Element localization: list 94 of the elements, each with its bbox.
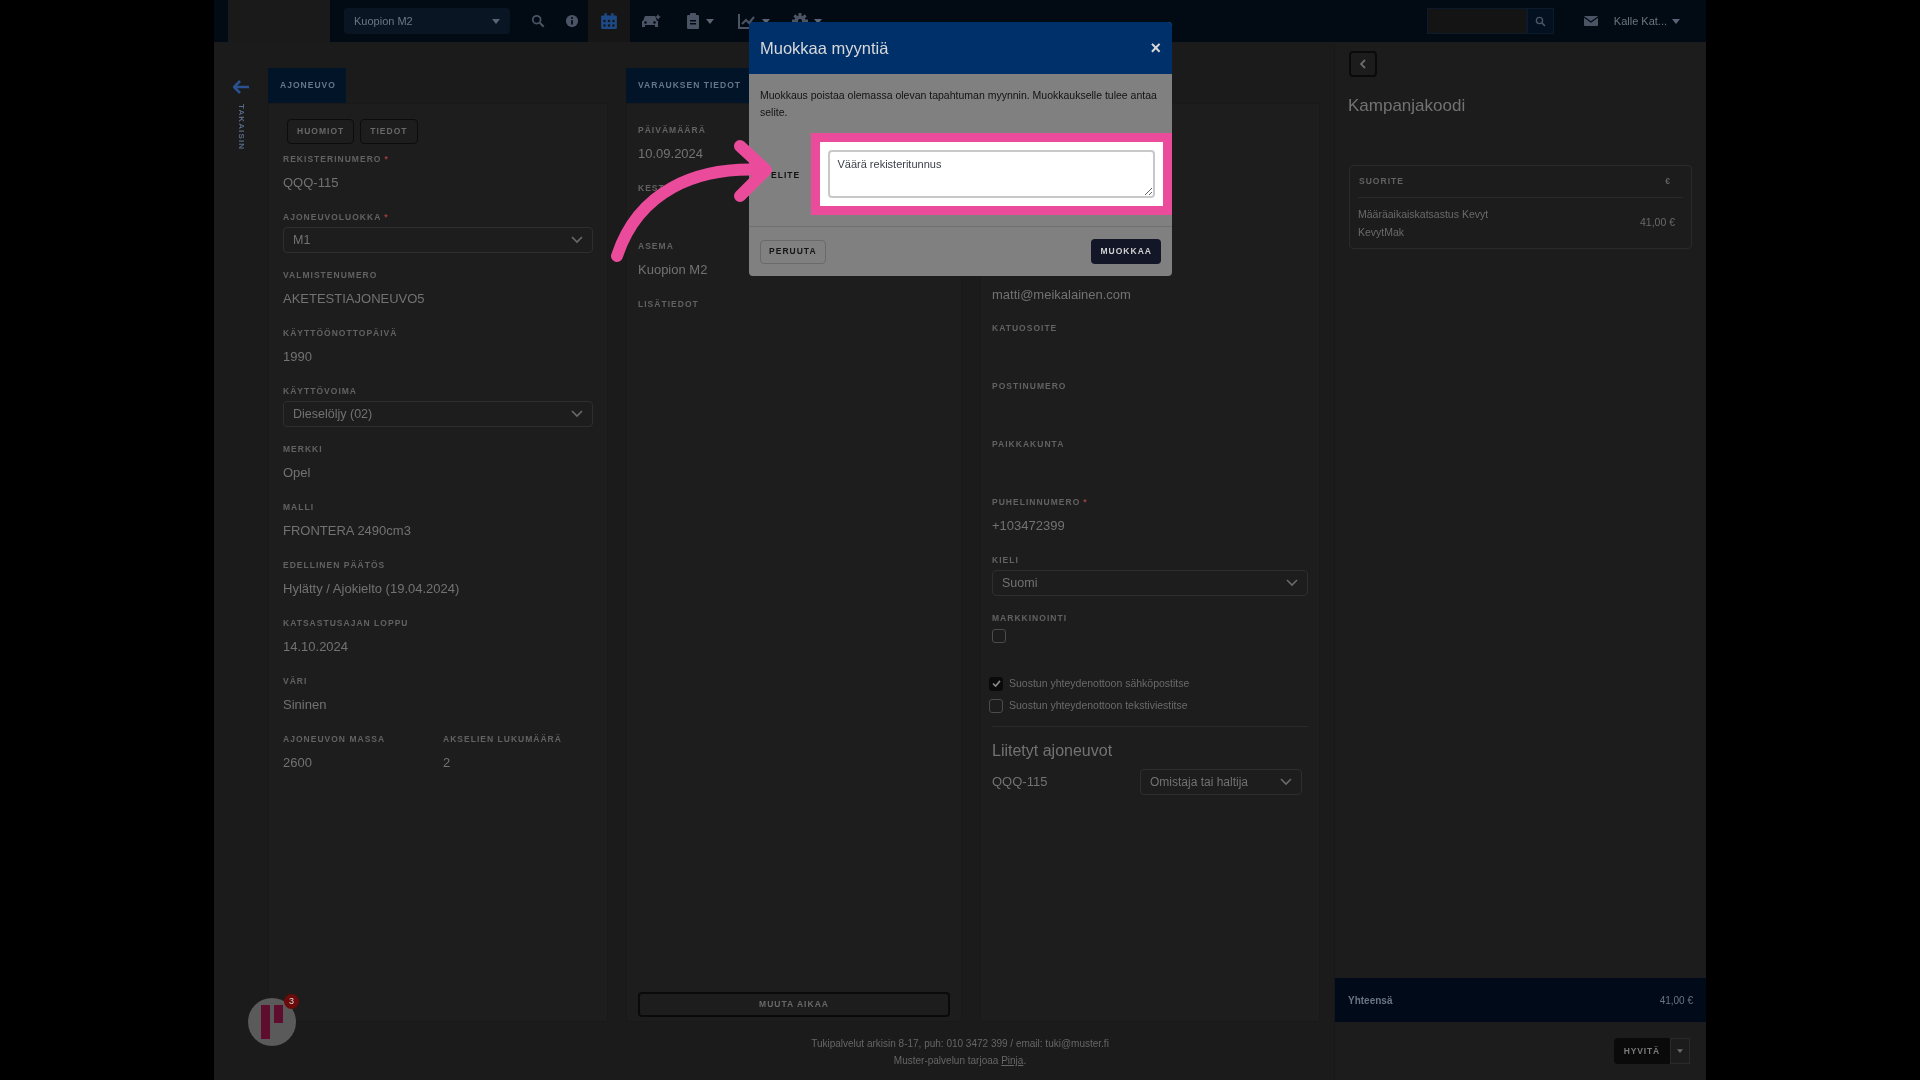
field-value: Hylätty / Ajokielto (19.04.2024) xyxy=(283,580,460,598)
refund-button[interactable]: HYVITÄ xyxy=(1613,1038,1670,1064)
field-label: ASEMA xyxy=(638,240,674,252)
modal-message: Muokkaus poistaa olemassa olevan tapahtuman myynnin. Muokkaukselle tulee antaa selite. xyxy=(759,88,1158,120)
checkbox[interactable] xyxy=(989,676,1003,691)
field-label: POSTINUMERO xyxy=(992,380,1067,392)
sidebar-title: Kampanjakoodi xyxy=(1348,96,1466,115)
select-field[interactable]: Suomi xyxy=(992,570,1308,596)
total-value: 41,00 € xyxy=(1659,993,1693,1008)
field-label: AKSELIEN LUKUMÄÄRÄ xyxy=(443,733,562,745)
field-value: 14.10.2024 xyxy=(283,638,349,656)
checkbox[interactable] xyxy=(989,698,1003,713)
field-value: 2600 xyxy=(283,754,312,772)
field-label: KATSASTUSAJAN LOPPU xyxy=(283,617,409,629)
back-label[interactable]: TAKAISIN xyxy=(235,104,247,151)
search-icon xyxy=(1534,15,1546,27)
back-arrow-icon[interactable] xyxy=(233,80,249,94)
field-label: MALLI xyxy=(283,501,315,513)
consent-label: Suostun yhteydenottoon sähköpostitse xyxy=(1009,676,1190,691)
field-label: ELITE xyxy=(771,170,801,180)
chevron-down-icon xyxy=(571,236,583,244)
search-icon xyxy=(531,14,545,28)
field-value: 10.09.2024 xyxy=(638,145,704,163)
panel-button[interactable]: HUOMIOT xyxy=(287,119,355,144)
section-title: Liitetyt ajoneuvot xyxy=(992,741,1113,759)
close-button[interactable]: × xyxy=(1150,39,1161,57)
chevron-down-icon xyxy=(1286,579,1298,587)
field-value: AKETESTIAJONEUVO5 xyxy=(283,290,425,308)
cancel-button[interactable]: PERUUTA xyxy=(760,239,826,264)
field-label: AJONEUVOLUOKKA * xyxy=(283,211,389,223)
total-label: Yhteensä xyxy=(1348,993,1393,1008)
field-value: Sininen xyxy=(283,696,327,714)
field-label: KÄYTTÖÖNOTTOPÄIVÄ xyxy=(283,327,398,339)
field-label: KATUOSOITE xyxy=(992,322,1058,334)
field-value: FRONTERA 2490cm3 xyxy=(283,522,411,540)
caret-icon xyxy=(1677,1049,1683,1053)
caret-icon xyxy=(1672,18,1680,24)
modal-title: Muokkaa myyntiä xyxy=(760,37,889,59)
field-label: KIELI xyxy=(992,554,1019,566)
mail-icon[interactable] xyxy=(1583,16,1598,26)
field-value: Kuopion M2 xyxy=(638,261,708,279)
clipboard-icon xyxy=(686,13,700,29)
field-label: EDELLINEN PÄÄTÖS xyxy=(283,559,386,571)
info-icon xyxy=(565,14,579,28)
caret-icon xyxy=(706,18,714,24)
support-text: Tukipalvelut arkisin 8-17, puh: 010 3472 399 / email: tuki@muster.fi xyxy=(811,1037,1109,1051)
calendar-icon xyxy=(600,12,618,30)
field-value: Opel xyxy=(283,464,311,482)
chevron-down-icon xyxy=(1280,777,1292,786)
station-select[interactable]: Kuopion M2 xyxy=(344,8,510,34)
column-header: € xyxy=(1665,174,1671,188)
chevron-left-icon xyxy=(1360,59,1366,69)
dropdown-button[interactable] xyxy=(1670,1038,1690,1064)
reason-field[interactable]: Väärä rekisteritunnus xyxy=(828,150,1155,198)
column-header: SUORITE xyxy=(1359,174,1404,188)
provider-text: Muster-palvelun tarjoaa Pinja. xyxy=(893,1054,1027,1068)
search-button[interactable] xyxy=(1526,8,1554,34)
field-value: 1990 xyxy=(283,348,312,366)
field-value: +103472399 xyxy=(992,517,1065,535)
chat-widget[interactable] xyxy=(248,998,296,1046)
change-time-button[interactable]: MUUTA AIKAA xyxy=(638,992,950,1017)
field-label: REKISTERINUMERO * xyxy=(283,153,389,165)
field-label: MERKKI xyxy=(283,443,323,455)
table-cell-text: Määräaikaiskatsastus Kevyt KevytMak xyxy=(1358,206,1490,240)
caret-icon xyxy=(492,18,500,24)
field-value: matti@meikalainen.com xyxy=(992,287,1131,302)
collapse-button[interactable] xyxy=(1349,51,1377,77)
consent-label: Suostun yhteydenottoon tekstiviestitse xyxy=(1009,697,1188,713)
select-field[interactable]: M1 xyxy=(283,227,593,253)
checkbox[interactable] xyxy=(992,629,1006,643)
field-label: PUHELINNUMERO * xyxy=(992,496,1088,508)
caret-icon xyxy=(814,18,822,24)
field-label: LISÄTIEDOT xyxy=(638,298,699,310)
logo-icon xyxy=(261,1005,283,1039)
table-cell-text: 41,00 € xyxy=(1639,214,1675,230)
field-label: KÄYTTÖVOIMA xyxy=(283,385,358,397)
nav-tool[interactable] xyxy=(588,0,630,42)
field-value: 2 xyxy=(443,754,451,772)
chevron-down-icon xyxy=(571,410,583,418)
select-field[interactable]: Omistaja tai haltija xyxy=(1140,768,1302,795)
select-field[interactable]: Dieselöljy (02) xyxy=(283,401,593,427)
field-value: QQQ-115 xyxy=(283,174,339,192)
panel-button[interactable]: TIEDOT xyxy=(360,119,418,144)
field-label: PAIKKAKUNTA xyxy=(992,438,1065,450)
confirm-button[interactable]: MUOKKAA xyxy=(1091,239,1161,264)
field-label: VÄRI xyxy=(283,675,308,687)
user-menu[interactable]: Kalle Kat... xyxy=(1613,12,1680,30)
field-label: VALMISTENUMERO xyxy=(283,269,378,281)
field-label: AJONEUVON MASSA xyxy=(283,733,386,745)
plate-text: QQQ-115 xyxy=(992,772,1048,791)
car-icon xyxy=(640,13,662,29)
field-label: MARKKINOINTI xyxy=(992,612,1068,624)
caret-icon xyxy=(762,18,770,24)
field-label: PÄIVÄMÄÄRÄ xyxy=(638,124,706,136)
